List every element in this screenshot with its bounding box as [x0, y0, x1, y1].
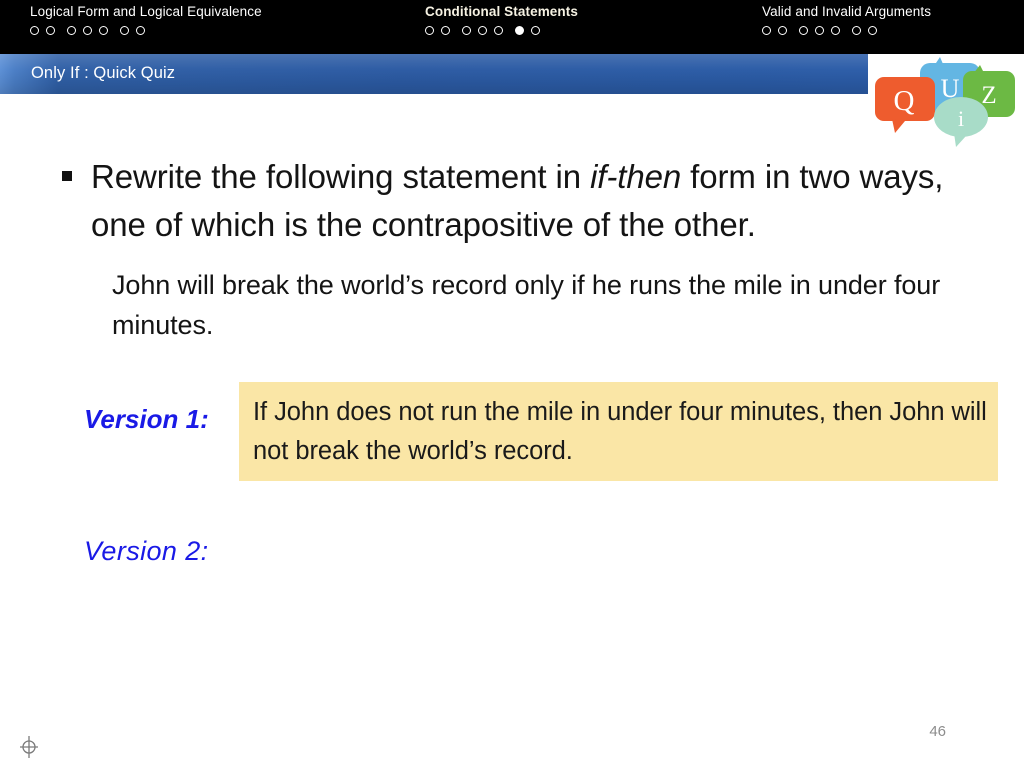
nav-dot[interactable]	[762, 26, 771, 35]
quiz-logo-bubble-q: Q	[875, 77, 935, 133]
nav-dot[interactable]	[99, 26, 108, 35]
nav-group-logical-form[interactable]: Logical Form and Logical Equivalence	[30, 4, 262, 35]
svg-text:Q: Q	[894, 85, 915, 117]
nav-group-conditional-statements[interactable]: Conditional Statements	[425, 4, 578, 35]
version-1-answer-text: If John does not run the mile in under f…	[253, 398, 987, 465]
version-2-label: Version 2:	[84, 536, 209, 566]
nav-dot-row	[425, 26, 578, 35]
nav-dot[interactable]	[120, 26, 129, 35]
nav-dot-row	[30, 26, 262, 35]
nav-dot[interactable]	[815, 26, 824, 35]
version-1-answer-box: If John does not run the mile in under f…	[239, 382, 998, 481]
instruction-prefix: Rewrite the following statement in	[91, 158, 591, 195]
nav-dot[interactable]	[46, 26, 55, 35]
nav-dot[interactable]	[799, 26, 808, 35]
nav-dot[interactable]	[478, 26, 487, 35]
slide-title-bar: Only If : Quick Quiz	[0, 54, 868, 94]
nav-group-title: Logical Form and Logical Equivalence	[30, 4, 262, 19]
nav-group-valid-invalid-arguments[interactable]: Valid and Invalid Arguments	[762, 4, 931, 35]
nav-dot[interactable]	[831, 26, 840, 35]
instruction-text: Rewrite the following statement in if-th…	[91, 153, 992, 249]
nav-group-title: Valid and Invalid Arguments	[762, 4, 932, 19]
nav-dot[interactable]	[425, 26, 434, 35]
nav-dot[interactable]	[83, 26, 92, 35]
source-statement: John will break the world’s record only …	[112, 270, 941, 340]
version-1-label: Version 1:	[84, 404, 209, 434]
nav-dot[interactable]	[462, 26, 471, 35]
instruction-bullet-row: Rewrite the following statement in if-th…	[62, 153, 992, 249]
nav-dot[interactable]	[67, 26, 76, 35]
nav-dot[interactable]	[868, 26, 877, 35]
svg-text:i: i	[958, 106, 964, 131]
page-number: 46	[929, 723, 946, 740]
slide-canvas: Logical Form and Logical Equivalence Con…	[0, 0, 1024, 768]
nav-dot[interactable]	[30, 26, 39, 35]
nav-group-title: Conditional Statements	[425, 4, 578, 19]
bullet-square-icon	[62, 171, 72, 181]
nav-dot-active[interactable]	[515, 26, 524, 35]
quiz-logo: U Z Q i	[868, 55, 1024, 151]
nav-dot[interactable]	[494, 26, 503, 35]
nav-dot[interactable]	[778, 26, 787, 35]
instruction-emphasis: if-then	[590, 158, 682, 195]
registration-mark-icon	[17, 735, 41, 759]
chapter-nav-band: Logical Form and Logical Equivalence Con…	[0, 0, 1024, 54]
quiz-logo-bubble-i: i	[934, 97, 988, 147]
nav-dot[interactable]	[441, 26, 450, 35]
svg-text:Z: Z	[981, 82, 996, 109]
nav-dot[interactable]	[531, 26, 540, 35]
nav-dot[interactable]	[852, 26, 861, 35]
nav-dot[interactable]	[136, 26, 145, 35]
page-title: Only If : Quick Quiz	[31, 64, 176, 82]
nav-dot-row	[762, 26, 931, 35]
